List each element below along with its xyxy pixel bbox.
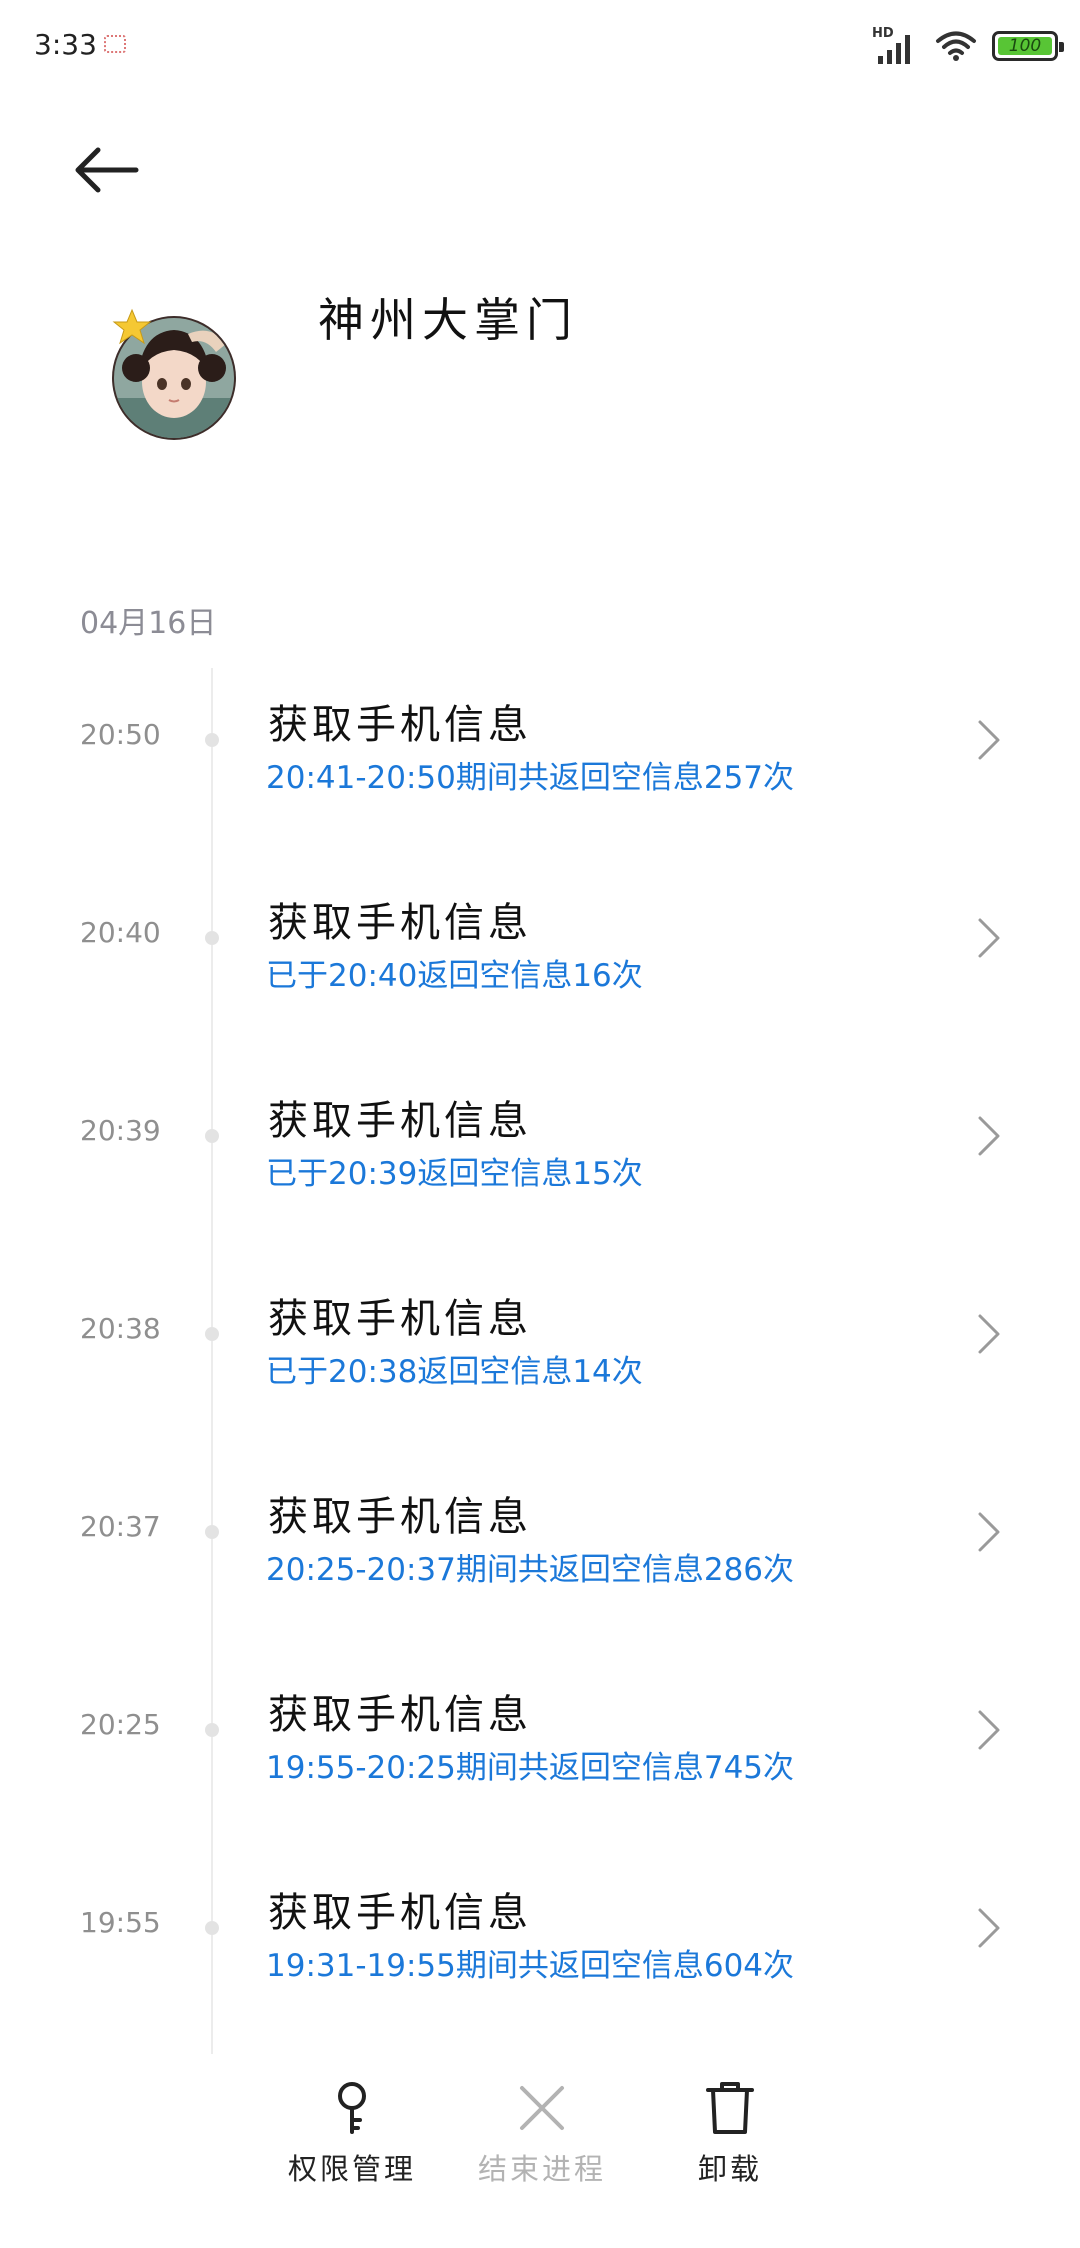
signal-icon: HD (872, 26, 920, 66)
chevron-right-icon (978, 1710, 1000, 1750)
chevron-right-icon (978, 1908, 1000, 1948)
timeline-dot (205, 1327, 219, 1341)
entry-detail: 19:55-20:25期间共返回空信息745次 (266, 1750, 795, 1786)
entry-detail: 已于20:40返回空信息16次 (266, 958, 643, 994)
end-process-label: 结束进程 (477, 2152, 606, 2186)
entry-title: 获取手机信息 (268, 1692, 532, 1738)
trash-icon (706, 2082, 754, 2134)
entry-title: 获取手机信息 (268, 1494, 532, 1540)
timeline-entry[interactable]: 20:25 获取手机信息 19:55-20:25期间共返回空信息745次 (0, 1668, 1080, 1866)
permissions-button[interactable]: 权限管理 (252, 2080, 452, 2230)
app-name: 神州大掌门 (318, 293, 578, 347)
entry-title: 获取手机信息 (268, 1890, 532, 1936)
battery-level: 100 (1008, 36, 1042, 56)
timeline-date: 04月16日 (80, 606, 217, 641)
timeline-entry[interactable]: 20:37 获取手机信息 20:25-20:37期间共返回空信息286次 (0, 1470, 1080, 1668)
timeline-dot (205, 1129, 219, 1143)
chevron-right-icon (978, 1116, 1000, 1156)
entry-detail: 已于20:38返回空信息14次 (266, 1354, 643, 1390)
close-icon (520, 2086, 564, 2130)
entry-detail: 已于20:39返回空信息15次 (266, 1156, 643, 1192)
app-icon (112, 308, 236, 440)
entry-time: 20:40 (80, 916, 161, 949)
entry-time: 19:55 (80, 1906, 161, 1939)
timeline-dot (205, 1723, 219, 1737)
timeline-entry[interactable]: 19:55 获取手机信息 19:31-19:55期间共返回空信息604次 (0, 1866, 1080, 2064)
timeline-entry[interactable]: 20:40 获取手机信息 已于20:40返回空信息16次 (0, 876, 1080, 1074)
timeline-dot (205, 733, 219, 747)
wifi-icon (936, 31, 976, 61)
timeline-entry[interactable]: 20:39 获取手机信息 已于20:39返回空信息15次 (0, 1074, 1080, 1272)
entry-time: 20:37 (80, 1510, 161, 1543)
entry-title: 获取手机信息 (268, 900, 532, 946)
timeline-dot (205, 1921, 219, 1935)
key-icon (338, 2082, 366, 2134)
entry-detail: 20:41-20:50期间共返回空信息257次 (266, 760, 795, 796)
chevron-right-icon (978, 1512, 1000, 1552)
entry-title: 获取手机信息 (268, 702, 532, 748)
entry-title: 获取手机信息 (268, 1098, 532, 1144)
entry-time: 20:25 (80, 1708, 161, 1741)
chevron-right-icon (978, 918, 1000, 958)
chevron-right-icon (978, 1314, 1000, 1354)
entry-detail: 19:31-19:55期间共返回空信息604次 (266, 1948, 795, 1984)
uninstall-label: 卸载 (697, 2152, 762, 2186)
entry-title: 获取手机信息 (268, 1296, 532, 1342)
status-time: 3:33 (34, 28, 97, 61)
status-bar: 3:33 HD 100 (0, 0, 1080, 90)
chevron-right-icon (978, 720, 1000, 760)
entry-time: 20:50 (80, 718, 161, 751)
bottom-action-bar: 权限管理 结束进程 卸载 (0, 2080, 1080, 2248)
timeline-entry[interactable]: 20:50 获取手机信息 20:41-20:50期间共返回空信息257次 (0, 678, 1080, 876)
notification-icon (104, 35, 126, 53)
battery-icon: 100 (992, 31, 1064, 61)
uninstall-button[interactable]: 卸载 (630, 2080, 830, 2230)
timeline-entry[interactable]: 20:38 获取手机信息 已于20:38返回空信息14次 (0, 1272, 1080, 1470)
timeline-dot (205, 931, 219, 945)
end-process-button[interactable]: 结束进程 (442, 2080, 642, 2230)
entry-detail: 20:25-20:37期间共返回空信息286次 (266, 1552, 795, 1588)
arrow-left-icon[interactable] (74, 146, 140, 194)
entry-time: 20:39 (80, 1114, 161, 1147)
entry-time: 20:38 (80, 1312, 161, 1345)
timeline-dot (205, 1525, 219, 1539)
permissions-label: 权限管理 (287, 2152, 416, 2186)
